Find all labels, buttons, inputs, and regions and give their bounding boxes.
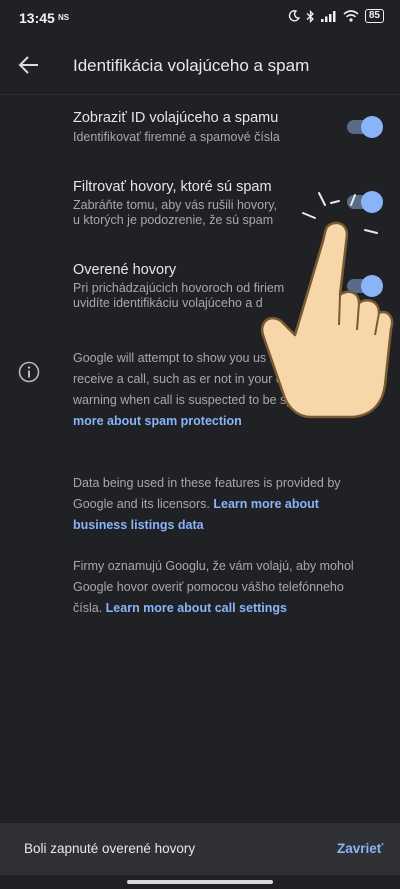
home-gesture-handle[interactable] (127, 880, 273, 884)
info-icon (18, 361, 40, 383)
status-bar: 13:45 NS 85 (0, 0, 400, 36)
page-title: Identifikácia volajúceho a spam (73, 56, 310, 75)
setting-title: Overené hovory (73, 262, 177, 278)
status-icons: 85 (288, 9, 384, 23)
toggle-thumb (361, 116, 383, 138)
divider (0, 94, 400, 95)
wifi-icon (343, 10, 359, 22)
back-arrow-icon[interactable] (16, 52, 42, 78)
setting-title: Zobraziť ID volajúceho a spamu (73, 110, 279, 126)
battery-indicator: 85 (364, 9, 384, 23)
snackbar-message: Boli zapnuté overené hovory (24, 841, 196, 856)
setting-subtitle: Zabráňte tomu, aby vás rušili hovory, u … (73, 198, 278, 227)
spam-info-paragraph: Google will attempt to show you us h you… (73, 348, 373, 432)
snackbar-close-button[interactable]: Zavrieť (337, 841, 383, 856)
setting-title: Filtrovať hovory, ktoré sú spam (73, 179, 272, 195)
status-carrier: NS (58, 13, 70, 22)
toggle-thumb (361, 275, 383, 297)
caller-id-toggle[interactable] (347, 116, 383, 138)
setting-subtitle: Pri prichádzajúcich hovoroch od firiem u… (73, 281, 285, 310)
toggle-thumb (361, 191, 383, 213)
call-verification-paragraph: Firmy oznamujú Googlu, že vám volajú, ab… (73, 556, 373, 619)
data-source-paragraph: Data being used in these features is pro… (73, 473, 373, 536)
setting-subtitle: Identifikovať firemné a spamové čísla (73, 130, 280, 144)
spam-info-text: Google will attempt to show you us h you… (73, 351, 349, 407)
moon-icon (288, 10, 300, 22)
snackbar: Boli zapnuté overené hovory Zavrieť (0, 823, 400, 875)
verified-calls-toggle[interactable] (347, 275, 383, 297)
app-bar: Identifikácia volajúceho a spam (0, 40, 400, 90)
navigation-bar (0, 875, 400, 889)
bluetooth-icon (306, 9, 314, 23)
filter-spam-toggle[interactable] (347, 191, 383, 213)
call-settings-link[interactable]: Learn more about call settings (106, 601, 287, 615)
status-time: 13:45 (19, 10, 55, 26)
signal-icon (320, 11, 336, 22)
